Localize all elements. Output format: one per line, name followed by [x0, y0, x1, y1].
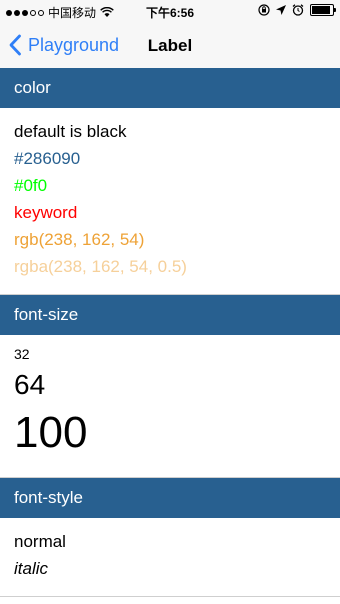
- back-button-label: Playground: [28, 34, 120, 55]
- divider: [0, 596, 340, 597]
- section-header-font-size: font-size: [0, 295, 340, 335]
- battery-level: [312, 6, 330, 14]
- alarm-icon: [292, 4, 304, 16]
- status-bar: 中国移动 下午6:56: [0, 0, 340, 22]
- color-sample-keyword: keyword: [14, 203, 78, 222]
- font-size-sample-100: 100: [14, 408, 88, 457]
- font-size-sample-64: 64: [14, 369, 46, 400]
- color-sample-hex: #286090: [14, 149, 81, 168]
- font-style-sample-italic: italic: [14, 559, 49, 578]
- color-sample-short-hex: #0f0: [14, 176, 48, 195]
- chevron-left-icon: [9, 34, 21, 56]
- font-size-sample-32: 32: [14, 346, 30, 362]
- color-sample-rgb: rgb(238, 162, 54): [14, 230, 145, 249]
- section-header-color: color: [0, 68, 340, 108]
- section-body-color: default is black #286090 #0f0 keyword rg…: [0, 108, 340, 294]
- location-arrow-icon: [276, 5, 286, 15]
- section-header-font-style: font-style: [0, 478, 340, 518]
- color-sample-rgba: rgba(238, 162, 54, 0.5): [14, 257, 187, 276]
- color-sample-default: default is black: [14, 122, 127, 141]
- back-button[interactable]: Playground: [8, 34, 119, 56]
- content-area: color default is black #286090 #0f0 keyw…: [0, 68, 340, 597]
- navigation-bar: Playground Label: [0, 22, 340, 69]
- section-body-font-size: 32 64 100: [0, 335, 340, 477]
- battery-icon: [310, 4, 336, 16]
- font-style-sample-normal: normal: [14, 532, 66, 551]
- rotation-lock-icon: [258, 4, 270, 16]
- status-right: [258, 4, 336, 16]
- section-body-font-style: normal italic: [0, 518, 340, 596]
